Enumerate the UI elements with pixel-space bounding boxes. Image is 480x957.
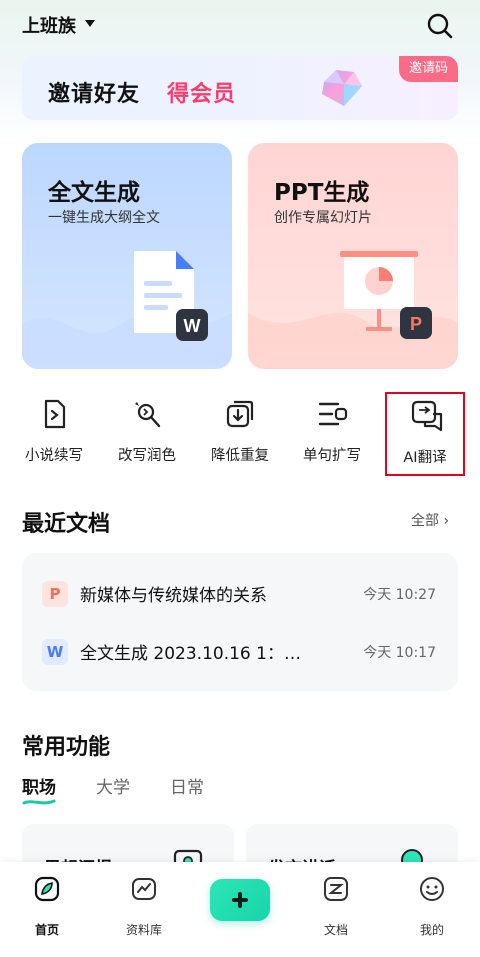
banner-text: 邀请好友 [48, 82, 141, 107]
profile-icon [420, 877, 444, 901]
app-frame: 上班族 邀请好友 得会员 邀请码 全文生成 一键生成大纲全文 W PPT生成 创… [0, 0, 480, 957]
ai-translate-icon [411, 400, 443, 432]
tool-label: 小说续写 [25, 448, 83, 464]
chevron-down-icon[interactable] [85, 20, 95, 27]
word-file-icon: W [42, 639, 68, 665]
tool-ai-translate[interactable]: AI翻译 [385, 392, 465, 476]
nav-profile[interactable]: 我的 [392, 872, 472, 938]
nav-home[interactable]: 首页 [7, 872, 87, 938]
doc-time: 今天 10:17 [363, 645, 436, 661]
recent-docs-title: 最近文档 [22, 512, 111, 537]
ppt-generate-card[interactable]: PPT生成 创作专属幻灯片 P [248, 143, 458, 369]
tool-reduce-duplicate[interactable]: 降低重复 [200, 392, 280, 476]
bottom-navigation: 首页 资料库 文档 我的 [0, 862, 480, 957]
nav-label: 资料库 [125, 923, 162, 937]
nav-label: 我的 [419, 923, 444, 937]
nav-library[interactable]: 资料库 [104, 872, 184, 938]
nav-label: 首页 [34, 923, 59, 937]
rewrite-polish-icon [135, 402, 161, 428]
header: 上班族 [0, 0, 480, 52]
ppt-file-icon: P [42, 581, 68, 607]
tab-daily[interactable]: 日常 [170, 773, 204, 798]
tool-sentence-expand[interactable]: 单句扩写 [292, 392, 372, 476]
card-title: PPT生成 [274, 180, 370, 206]
invite-banner[interactable]: 邀请好友 得会员 邀请码 [22, 56, 458, 120]
nav-label: 文档 [323, 923, 348, 937]
tab-active-indicator [22, 799, 56, 805]
nav-documents[interactable]: 文档 [296, 872, 376, 938]
presentation-icon: P [340, 251, 432, 339]
ppt-badge: P [410, 314, 422, 334]
recent-doc-item[interactable]: W 全文生成 2023.10.16 1：… 今天 10:17 [22, 631, 458, 671]
common-functions-title: 常用功能 [22, 735, 111, 760]
tool-label: 降低重复 [211, 448, 269, 464]
sentence-expand-icon [318, 402, 348, 426]
view-all-link[interactable]: 全部 › [411, 510, 449, 530]
chevron-right-icon: › [443, 513, 450, 529]
invite-code-button[interactable]: 邀请码 [398, 56, 458, 82]
tab-workplace[interactable]: 职场 [22, 773, 56, 798]
identity-selector[interactable]: 上班族 [22, 12, 76, 38]
doc-time: 今天 10:27 [363, 587, 436, 603]
plus-icon-vertical [238, 892, 242, 908]
card-title: 全文生成 [48, 180, 140, 206]
reduce-duplicate-icon [226, 400, 254, 428]
tab-university[interactable]: 大学 [96, 773, 130, 798]
fulltext-generate-card[interactable]: 全文生成 一键生成大纲全文 W [22, 143, 232, 369]
banner-highlight-text: 得会员 [167, 82, 237, 107]
doc-name: 全文生成 2023.10.16 1：… [80, 644, 301, 664]
recent-docs-list: P 新媒体与传统媒体的关系 今天 10:27 W 全文生成 2023.10.16… [22, 553, 458, 691]
word-document-icon: W [134, 251, 208, 341]
library-icon [132, 878, 156, 900]
doc-name: 新媒体与传统媒体的关系 [80, 586, 267, 606]
tool-label: AI翻译 [403, 450, 447, 466]
word-badge: W [184, 316, 201, 336]
gem-icon [322, 70, 362, 106]
card-subtitle: 创作专属幻灯片 [274, 210, 372, 226]
create-button[interactable] [210, 879, 270, 921]
view-all-label: 全部 [411, 513, 439, 529]
tool-label: 改写润色 [118, 448, 176, 464]
document-icon [324, 877, 348, 901]
tool-label: 单句扩写 [303, 448, 361, 464]
novel-continue-icon [44, 399, 66, 429]
card-subtitle: 一键生成大纲全文 [48, 210, 160, 226]
recent-doc-item[interactable]: P 新媒体与传统媒体的关系 今天 10:27 [22, 573, 458, 613]
tool-rewrite-polish[interactable]: 改写润色 [107, 392, 187, 476]
search-icon[interactable] [426, 12, 454, 40]
home-icon [34, 876, 60, 902]
tool-novel-continue[interactable]: 小说续写 [14, 392, 94, 476]
